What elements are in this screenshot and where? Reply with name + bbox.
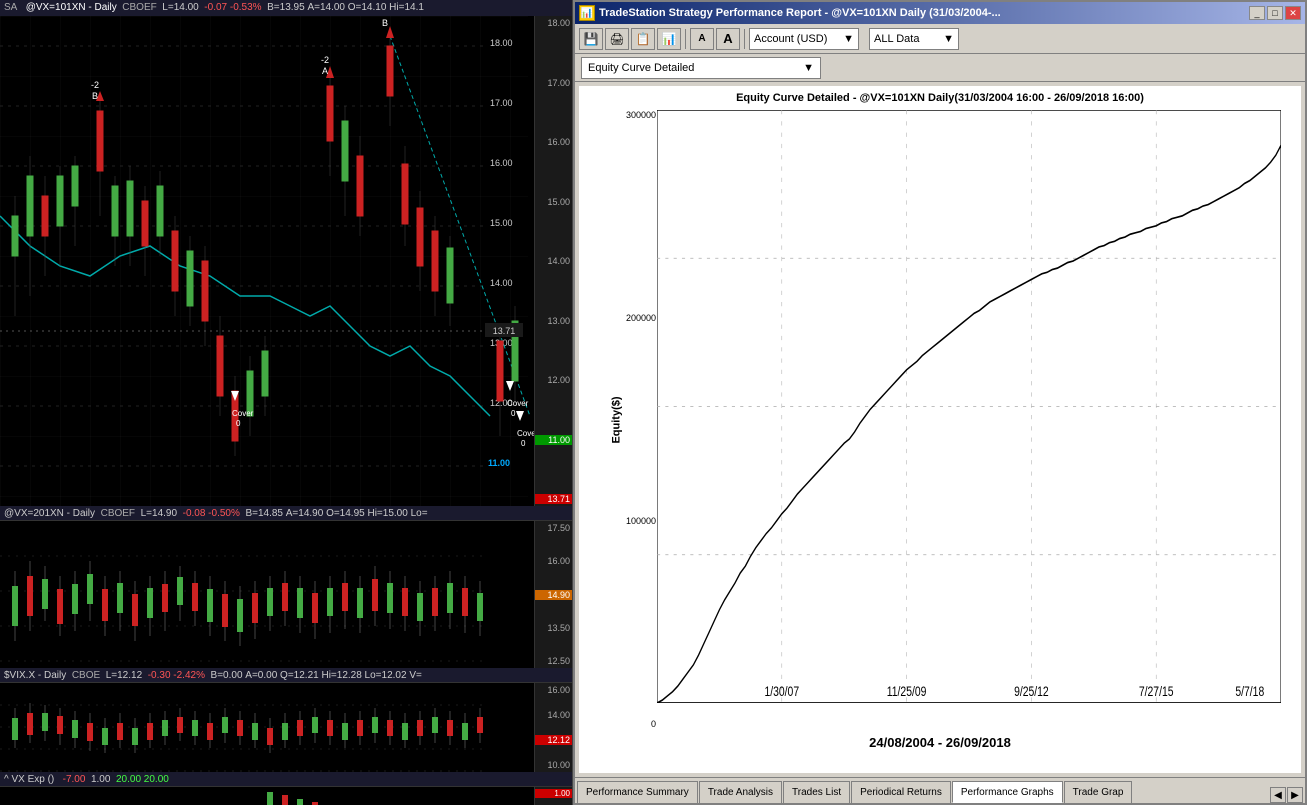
ts-tab-prev-btn[interactable]: ◀ (1270, 787, 1286, 803)
ts-chart-type-arrow-icon: ▼ (803, 62, 814, 74)
ts-chart-type-dropdown[interactable]: Equity Curve Detailed ▼ (581, 57, 821, 79)
chart-header-1: SA @VX=101XN - Daily CBOEF L=14.00 -0.07… (0, 0, 572, 16)
svg-text:0: 0 (236, 419, 241, 428)
tab-periodical-returns[interactable]: Periodical Returns (851, 781, 951, 803)
tab-performance-graphs[interactable]: Performance Graphs (952, 781, 1063, 803)
svg-text:Cover: Cover (507, 399, 529, 408)
ts-print-btn[interactable]: 🖨 (605, 28, 629, 50)
svg-text:Cover: Cover (232, 409, 254, 418)
tab-performance-summary[interactable]: Performance Summary (577, 781, 698, 803)
ts-font-small-btn[interactable]: A (690, 28, 714, 50)
ts-copy-btn[interactable]: 📋 (631, 28, 655, 50)
ts-chart-type-label: Equity Curve Detailed (588, 62, 694, 74)
ts-account-label: Account (USD) (754, 33, 827, 45)
ts-maximize-btn[interactable]: □ (1267, 6, 1283, 20)
ts-chart-btn[interactable]: 📊 (657, 28, 681, 50)
svg-text:13.71: 13.71 (493, 326, 516, 336)
svg-text:15.00: 15.00 (490, 218, 513, 228)
ts-chart-type-row: Equity Curve Detailed ▼ (575, 54, 1305, 82)
bot-chart-area: 16.00 14.00 12.12 10.00 (0, 682, 572, 772)
main-chart-area: 18.00 17.00 16.00 15.00 14.00 13.00 12.0… (0, 16, 572, 506)
svg-text:1/30/07: 1/30/07 (764, 683, 799, 699)
ts-data-dropdown[interactable]: ALL Data ▼ (869, 28, 959, 50)
ts-y-axis-ticks: 300000 200000 100000 0 (611, 106, 656, 733)
svg-text:-2: -2 (321, 55, 329, 65)
main-chart-svg: 18.00 17.00 16.00 15.00 14.00 13.00 12.0… (0, 16, 572, 506)
ts-equity-chart-content: Equity Curve Detailed - @VX=101XN Daily(… (579, 86, 1301, 773)
svg-text:9/25/12: 9/25/12 (1014, 683, 1049, 699)
mid-chart-svg (0, 521, 528, 668)
ts-data-label: ALL Data (874, 33, 919, 45)
ts-font-large-btn[interactable]: A (716, 28, 740, 50)
ts-titlebar: 📊 TradeStation Strategy Performance Repo… (575, 2, 1305, 24)
svg-text:16.00: 16.00 (490, 158, 513, 168)
indicator-area: 1.00 20.00 20.00 -7.00 (0, 786, 572, 805)
chart-header-3: $VIX.X - Daily CBOE L=12.12 -0.30 -2.42%… (0, 668, 572, 682)
ts-equity-chart-wrapper: Equity($) 300000 200000 100000 0 (589, 106, 1291, 733)
indicator-svg (0, 787, 528, 805)
ts-tab-next-btn[interactable]: ▶ (1287, 787, 1303, 803)
tab-trades-list[interactable]: Trades List (783, 781, 850, 803)
bot-chart-svg (0, 683, 528, 772)
svg-text:B: B (92, 91, 98, 101)
ts-equity-svg: 1/30/07 11/25/09 9/25/12 7/27/15 5/7/18 (657, 110, 1281, 703)
ts-toolbar-separator2 (744, 29, 745, 49)
ts-save-btn[interactable]: 💾 (579, 28, 603, 50)
mid-chart-area: 17.50 16.00 14.90 13.50 12.50 (0, 520, 572, 668)
ts-account-dropdown[interactable]: Account (USD) ▼ (749, 28, 859, 50)
ts-y-tick-0: 0 (611, 719, 656, 729)
svg-text:17.00: 17.00 (490, 98, 513, 108)
svg-text:5/7/18: 5/7/18 (1235, 683, 1264, 699)
ts-minimize-btn[interactable]: _ (1249, 6, 1265, 20)
ts-chart-title: Equity Curve Detailed - @VX=101XN Daily(… (579, 86, 1301, 106)
ts-toolbar: 💾 🖨 📋 📊 A A Account (USD) ▼ ALL Data ▼ (575, 24, 1305, 54)
ts-toolbar-separator (685, 29, 686, 49)
left-chart-panel: SA @VX=101XN - Daily CBOEF L=14.00 -0.07… (0, 0, 573, 805)
svg-text:11/25/09: 11/25/09 (887, 683, 927, 699)
svg-text:14.00: 14.00 (490, 278, 513, 288)
chart-header-2: @VX=201XN - Daily CBOEF L=14.90 -0.08 -0… (0, 506, 572, 520)
svg-text:7/27/15: 7/27/15 (1139, 683, 1174, 699)
ts-y-tick-300k: 300000 (611, 110, 656, 120)
ts-window-controls: _ □ ✕ (1249, 6, 1301, 20)
symbol-1: @VX=101XN - Daily (26, 2, 120, 13)
svg-text:B: B (382, 18, 388, 28)
svg-text:0: 0 (521, 439, 526, 448)
svg-text:0: 0 (511, 409, 516, 418)
svg-text:11.00: 11.00 (488, 458, 510, 468)
ts-app-icon: 📊 (579, 5, 595, 21)
ts-report-panel: 📊 TradeStation Strategy Performance Repo… (573, 0, 1307, 805)
tab-trade-analysis[interactable]: Trade Analysis (699, 781, 782, 803)
ts-account-arrow-icon: ▼ (843, 33, 854, 45)
svg-text:A: A (322, 66, 328, 76)
ts-data-arrow-icon: ▼ (943, 33, 954, 45)
ts-tab-bar: Performance Summary Trade Analysis Trade… (575, 777, 1305, 803)
ts-date-range-label: 24/08/2004 - 26/09/2018 (579, 733, 1301, 754)
svg-text:18.00: 18.00 (490, 38, 513, 48)
ts-y-tick-100k: 100000 (611, 516, 656, 526)
ts-title-text: TradeStation Strategy Performance Report… (599, 7, 1245, 19)
ts-y-tick-200k: 200000 (611, 313, 656, 323)
ts-tab-nav: ◀ ▶ (1270, 787, 1303, 803)
svg-text:-2: -2 (91, 80, 99, 90)
chart-header-4: ^ VX Exp () -7.00 1.00 20.00 20.00 (0, 772, 572, 786)
ts-close-btn[interactable]: ✕ (1285, 6, 1301, 20)
tab-trade-graphs[interactable]: Trade Grap (1064, 781, 1133, 803)
